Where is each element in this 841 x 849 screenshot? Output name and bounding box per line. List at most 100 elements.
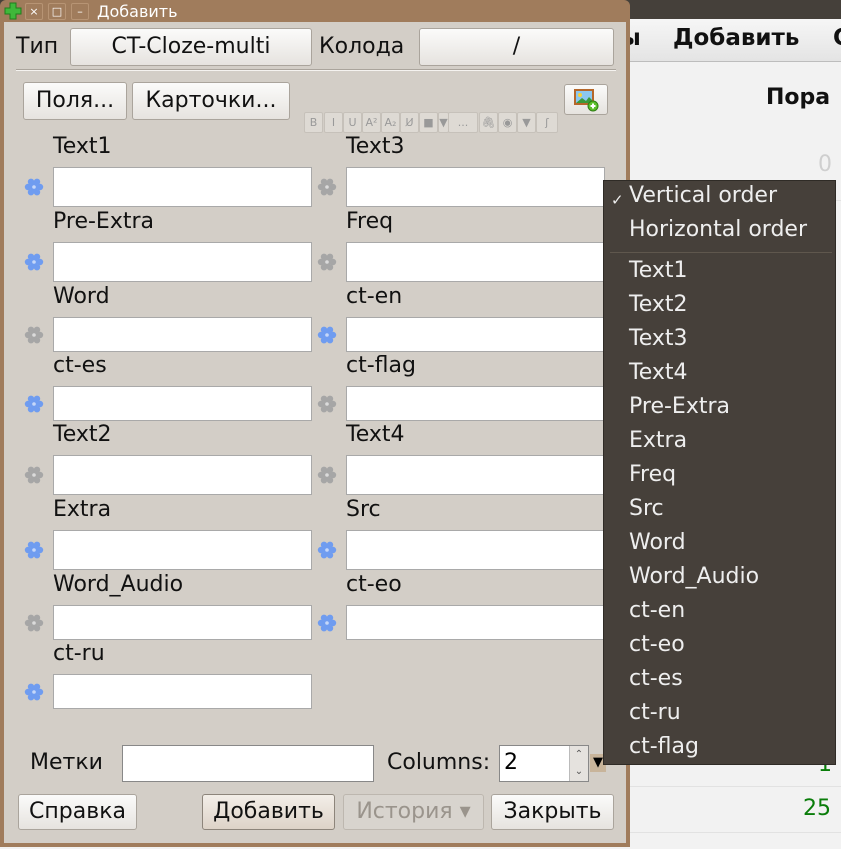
- sticky-pin-on-icon[interactable]: [24, 540, 44, 560]
- spin-down-icon[interactable]: ⌄: [570, 763, 588, 780]
- bg-cell-value: 25: [803, 796, 831, 821]
- sticky-pin-on-icon[interactable]: [24, 252, 44, 272]
- add-media-button[interactable]: [564, 84, 608, 115]
- sticky-pin-off-icon[interactable]: [317, 394, 337, 414]
- menu-item-field-ct-en[interactable]: ct-en: [629, 598, 685, 623]
- subscript-button[interactable]: A₂: [381, 112, 400, 133]
- bg-column-header-due[interactable]: Пора: [766, 85, 830, 110]
- columns-value: 2: [504, 750, 518, 775]
- field-input-word-audio[interactable]: [53, 605, 312, 640]
- history-button: История ▾: [343, 794, 484, 830]
- field-label: Extra: [53, 497, 112, 522]
- more-dropdown-button[interactable]: ▼: [517, 112, 536, 133]
- menu-item-field-text2[interactable]: Text2: [629, 292, 688, 317]
- field-input-text2[interactable]: [53, 455, 312, 495]
- record-button[interactable]: ◉: [498, 112, 517, 133]
- clear-format-button[interactable]: U̸: [400, 112, 419, 133]
- dialog-titlebar[interactable]: × □ – Добавить: [0, 0, 630, 22]
- bg-cell-value: 0: [818, 152, 832, 177]
- field-layout-context-menu: ✓ Vertical order Horizontal order Text1 T…: [603, 180, 836, 765]
- field-input-ct-es[interactable]: [53, 386, 312, 421]
- sticky-pin-on-icon[interactable]: [317, 613, 337, 633]
- field-label: Text3: [346, 134, 405, 159]
- fields-button[interactable]: Поля...: [23, 82, 127, 120]
- sticky-pin-on-icon[interactable]: [24, 394, 44, 414]
- field-label: Src: [346, 497, 381, 522]
- add-note-button[interactable]: Добавить: [202, 794, 335, 830]
- field-input-text1[interactable]: [53, 167, 312, 207]
- field-input-src[interactable]: [346, 530, 605, 570]
- window-minimize-button[interactable]: –: [71, 3, 89, 20]
- help-button[interactable]: Справка: [18, 794, 137, 830]
- field-input-text3[interactable]: [346, 167, 605, 207]
- field-label: Word: [53, 284, 110, 309]
- bg-toolbar-add[interactable]: Добавить: [673, 25, 799, 51]
- menu-item-field-word-audio[interactable]: Word_Audio: [629, 564, 759, 589]
- menu-item-field-ct-flag[interactable]: ct-flag: [629, 734, 699, 759]
- bold-button[interactable]: B: [304, 112, 323, 133]
- underline-button[interactable]: U: [343, 112, 362, 133]
- field-label: ct-ru: [53, 641, 105, 666]
- columns-spinbox[interactable]: 2 ⌃ ⌄: [499, 745, 589, 782]
- menu-item-vertical-order[interactable]: Vertical order: [629, 183, 777, 208]
- note-type-button[interactable]: CT-Cloze-multi: [70, 28, 312, 66]
- menu-item-horizontal-order[interactable]: Horizontal order: [629, 217, 807, 242]
- menu-item-field-ct-es[interactable]: ct-es: [629, 666, 683, 691]
- cards-button[interactable]: Карточки...: [132, 82, 290, 120]
- menu-item-field-extra[interactable]: Extra: [629, 428, 687, 453]
- field-label: ct-en: [346, 284, 403, 309]
- field-input-extra[interactable]: [53, 530, 312, 570]
- field-label: Text4: [346, 422, 405, 447]
- bg-toolbar-partial-item-right[interactable]: С: [833, 25, 841, 51]
- sticky-pin-on-icon[interactable]: [24, 682, 44, 702]
- field-label: Freq: [346, 209, 394, 234]
- field-label: Text1: [53, 134, 112, 159]
- field-input-pre-extra[interactable]: [53, 242, 312, 282]
- window-close-button[interactable]: ×: [25, 3, 43, 20]
- menu-item-field-word[interactable]: Word: [629, 530, 686, 555]
- menu-item-field-text3[interactable]: Text3: [629, 326, 688, 351]
- attach-button[interactable]: 🖇: [479, 112, 498, 133]
- menu-item-field-src[interactable]: Src: [629, 496, 664, 521]
- menu-item-field-ct-eo[interactable]: ct-eo: [629, 632, 685, 657]
- sticky-pin-on-icon[interactable]: [24, 177, 44, 197]
- cloze-button[interactable]: ...: [448, 112, 478, 133]
- record-icon: ◉: [502, 116, 513, 129]
- sticky-pin-off-icon[interactable]: [317, 177, 337, 197]
- picture-add-icon: [574, 89, 599, 112]
- field-input-text4[interactable]: [346, 455, 605, 495]
- text-color-button[interactable]: ■: [419, 112, 438, 133]
- sticky-pin-off-icon[interactable]: [24, 325, 44, 345]
- superscript-button[interactable]: A²: [362, 112, 381, 133]
- field-input-freq[interactable]: [346, 242, 605, 282]
- sticky-pin-on-icon[interactable]: [317, 540, 337, 560]
- field-label: ct-flag: [346, 353, 416, 378]
- latex-button[interactable]: ʃ: [536, 112, 558, 133]
- field-input-ct-flag[interactable]: [346, 386, 605, 421]
- menu-item-field-ct-ru[interactable]: ct-ru: [629, 700, 681, 725]
- field-label: Pre-Extra: [53, 209, 154, 234]
- sticky-pin-off-icon[interactable]: [317, 252, 337, 272]
- spin-up-icon[interactable]: ⌃: [570, 746, 588, 763]
- header-separator: [16, 69, 616, 70]
- subscript-icon: A₂: [384, 116, 397, 129]
- menu-item-field-pre-extra[interactable]: Pre-Extra: [629, 394, 730, 419]
- close-button[interactable]: Закрыть: [491, 794, 614, 830]
- tags-input[interactable]: [122, 745, 374, 782]
- field-input-word[interactable]: [53, 317, 312, 352]
- sticky-pin-off-icon[interactable]: [317, 465, 337, 485]
- bg-row-divider: [630, 786, 841, 787]
- deck-button[interactable]: /: [419, 28, 614, 66]
- more-dropdown-icon: ▼: [522, 116, 531, 129]
- menu-item-field-freq[interactable]: Freq: [629, 462, 676, 487]
- sticky-pin-off-icon[interactable]: [24, 613, 44, 633]
- field-input-ct-ru[interactable]: [53, 674, 312, 709]
- field-input-ct-eo[interactable]: [346, 605, 605, 640]
- menu-item-field-text4[interactable]: Text4: [629, 360, 688, 385]
- sticky-pin-on-icon[interactable]: [317, 325, 337, 345]
- italic-button[interactable]: I: [324, 112, 343, 133]
- sticky-pin-off-icon[interactable]: [24, 465, 44, 485]
- menu-item-field-text1[interactable]: Text1: [629, 258, 688, 283]
- field-input-ct-en[interactable]: [346, 317, 605, 352]
- window-maximize-button[interactable]: □: [48, 3, 66, 20]
